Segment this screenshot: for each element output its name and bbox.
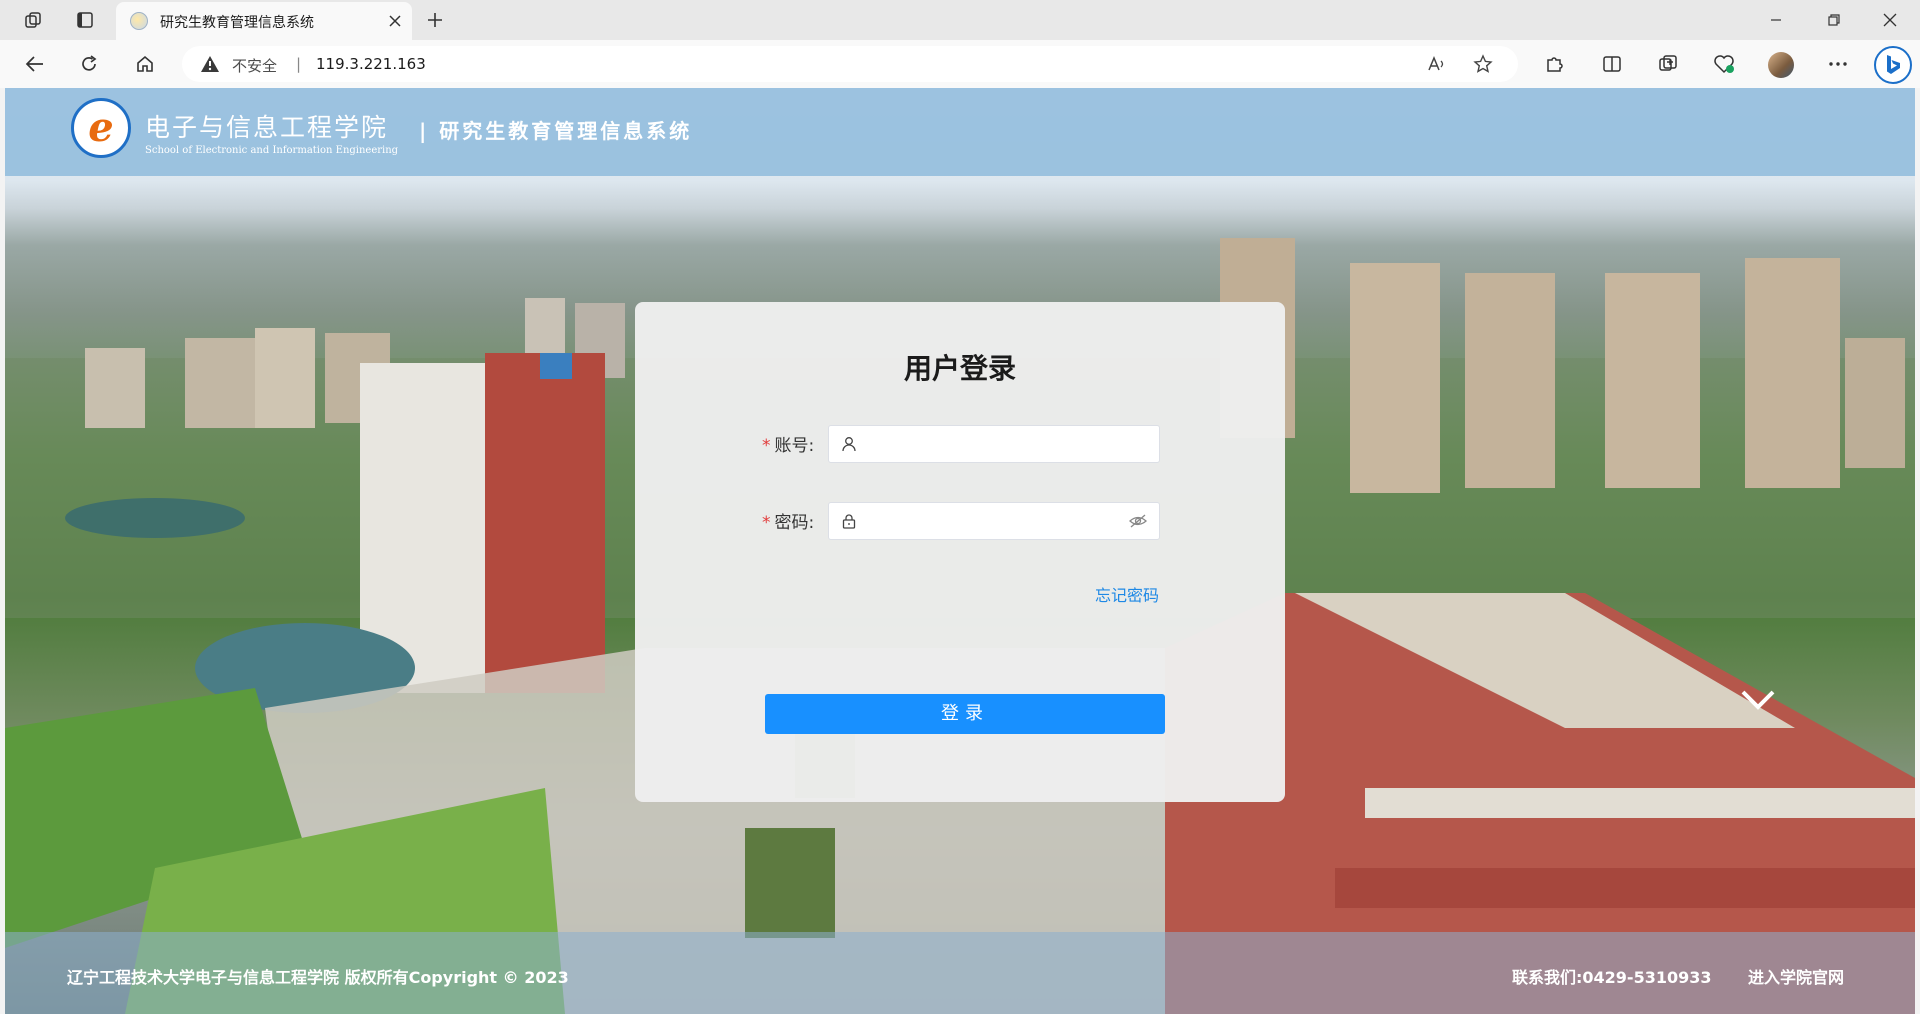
read-aloud-icon[interactable]	[1424, 52, 1450, 76]
contact-info: 联系我们:0429-5310933	[1512, 968, 1712, 987]
browser-toolbar: 不安全 | 119.3.221.163	[0, 40, 1920, 88]
more-icon[interactable]	[1822, 48, 1854, 80]
official-site-link[interactable]: 进入学院官网	[1748, 964, 1844, 988]
warning-icon[interactable]	[200, 55, 220, 73]
home-icon[interactable]	[128, 48, 162, 80]
password-input[interactable]	[869, 503, 1123, 541]
profile-avatar[interactable]	[1768, 52, 1794, 78]
login-title: 用户登录	[903, 352, 1016, 385]
password-label: * 密码:	[762, 508, 814, 533]
refresh-icon[interactable]	[72, 48, 106, 80]
site-header: e 电子与信息工程学院 School of Electronic and Inf…	[5, 88, 1915, 176]
url-separator: |	[296, 55, 302, 73]
address-bar[interactable]: 不安全 | 119.3.221.163	[182, 46, 1518, 82]
copyright-text: 辽宁工程技术大学电子与信息工程学院 版权所有Copyright © 2023	[67, 968, 569, 987]
new-tab-icon[interactable]	[422, 8, 448, 32]
login-page: e 电子与信息工程学院 School of Electronic and Inf…	[5, 88, 1915, 1014]
active-tab[interactable]: 研究生教育管理信息系统	[116, 2, 412, 40]
split-screen-icon[interactable]	[1596, 48, 1628, 80]
system-name: | 研究生教育管理信息系统	[419, 119, 693, 143]
lock-icon	[842, 514, 856, 529]
browser-tab-bar: 研究生教育管理信息系统	[0, 0, 1920, 40]
maximize-icon[interactable]	[1812, 6, 1856, 34]
college-name: 电子与信息工程学院	[145, 113, 389, 142]
password-label-text: 密码:	[774, 513, 815, 533]
chevron-down-icon[interactable]	[1740, 688, 1776, 712]
tab-title: 研究生教育管理信息系统	[160, 15, 314, 31]
user-icon	[842, 437, 856, 452]
bing-chat-icon[interactable]	[1874, 46, 1912, 84]
login-button[interactable]: 登录	[765, 694, 1165, 734]
close-icon[interactable]	[384, 10, 406, 32]
window-close-icon[interactable]	[1868, 6, 1912, 34]
forgot-password-link[interactable]: 忘记密码	[1095, 582, 1159, 606]
account-input[interactable]	[869, 426, 1123, 464]
college-logo[interactable]: e	[71, 98, 131, 158]
account-label-text: 账号:	[774, 436, 815, 456]
url-text[interactable]: 119.3.221.163	[316, 55, 426, 73]
password-field[interactable]	[828, 502, 1160, 541]
security-status[interactable]: 不安全	[232, 55, 277, 76]
favorite-star-icon[interactable]	[1470, 52, 1496, 76]
extensions-icon[interactable]	[1538, 48, 1570, 80]
favicon	[130, 12, 148, 30]
minimize-icon[interactable]	[1754, 6, 1798, 34]
college-name-en: School of Electronic and Information Eng…	[145, 145, 399, 156]
workspaces-icon[interactable]	[20, 8, 46, 32]
required-mark: *	[762, 513, 771, 533]
site-footer: 辽宁工程技术大学电子与信息工程学院 版权所有Copyright © 2023 联…	[5, 932, 1915, 1014]
back-icon[interactable]	[18, 48, 52, 80]
collections-icon[interactable]	[1652, 48, 1684, 80]
account-label: * 账号:	[762, 431, 814, 456]
eye-hidden-icon[interactable]	[1129, 513, 1147, 529]
account-field[interactable]	[828, 425, 1160, 464]
required-mark: *	[762, 436, 771, 456]
browser-essentials-icon[interactable]	[1708, 48, 1740, 80]
tab-actions-icon[interactable]	[72, 8, 98, 32]
login-card: 用户登录 * 账号: * 密码: 忘记密码 登录	[635, 302, 1285, 802]
